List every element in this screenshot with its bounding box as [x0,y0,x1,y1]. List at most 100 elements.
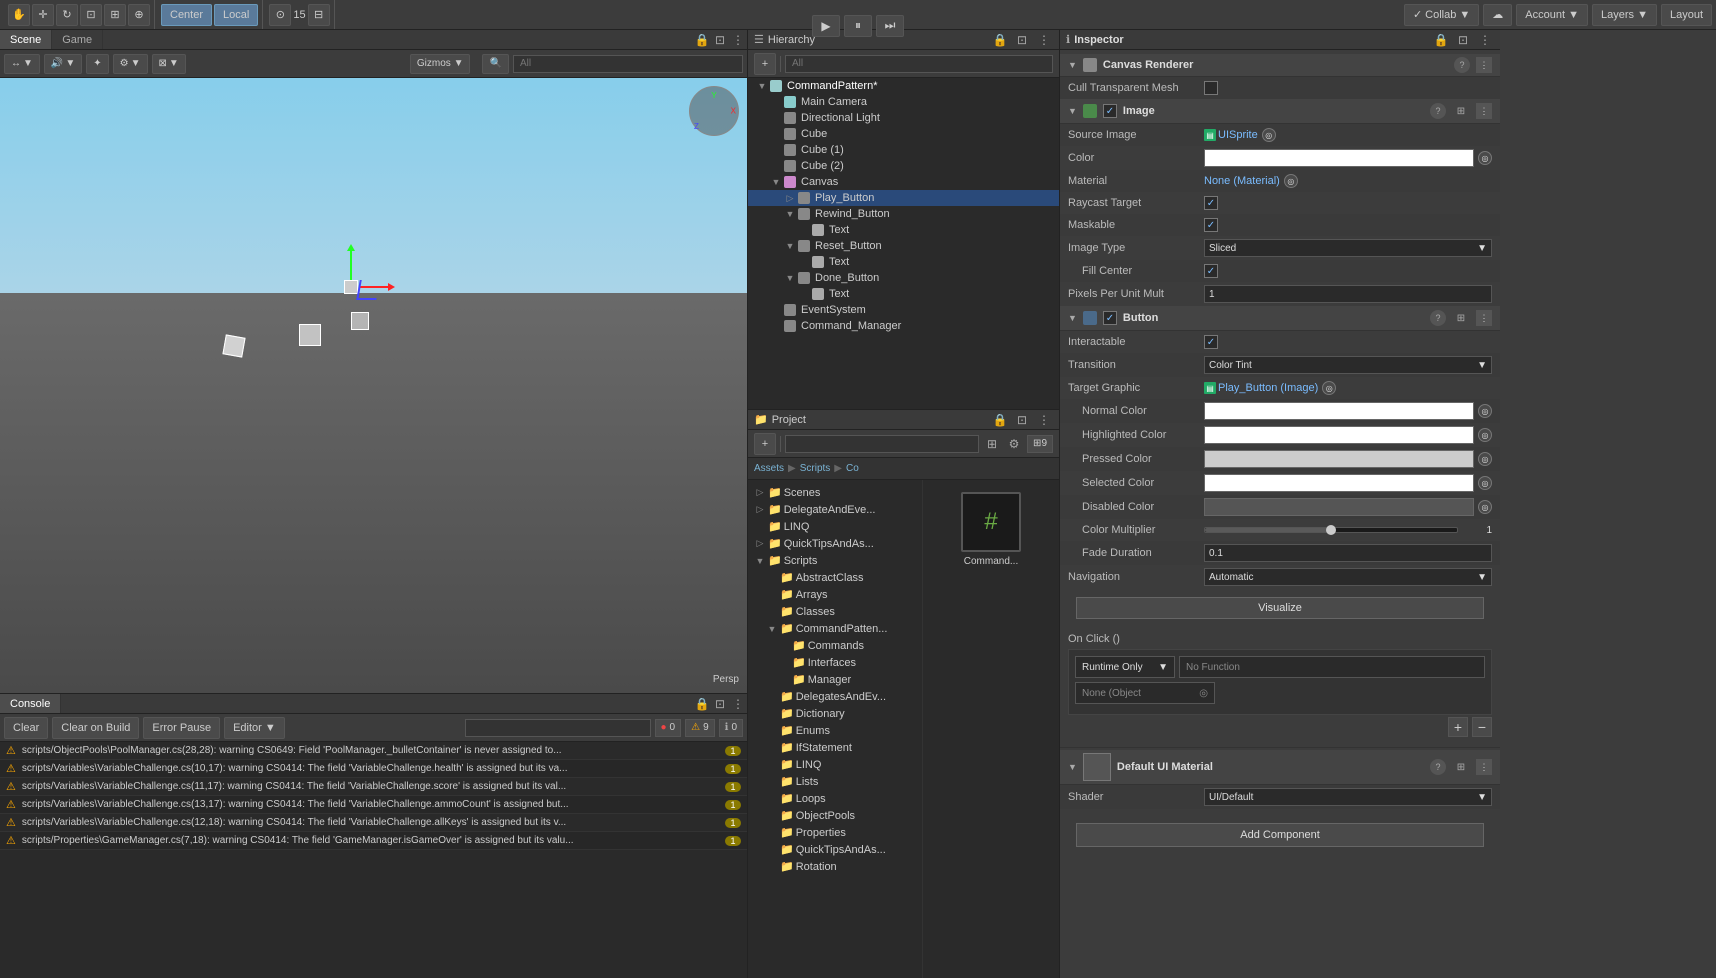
project-folder-dictionary[interactable]: 📁 Dictionary [748,705,922,722]
layers-btn[interactable]: Layers ▼ [1592,4,1657,26]
normal-color-picker[interactable]: ◎ [1478,404,1492,418]
image-color-picker[interactable]: ◎ [1478,151,1492,165]
onclick-remove-btn[interactable]: − [1472,717,1492,737]
project-folder-interfaces[interactable]: 📁 Interfaces [748,654,922,671]
ppu-input[interactable] [1204,285,1492,303]
image-color-swatch[interactable] [1204,149,1474,167]
error-pause-btn[interactable]: Error Pause [143,717,220,739]
hierarchy-lock-icon[interactable]: 🔒 [991,31,1009,49]
image-help[interactable]: ? [1430,103,1446,119]
hierarchy-item-cube-(2)[interactable]: Cube (2) [748,158,1059,174]
shader-dropdown[interactable]: UI/Default ▼ [1204,788,1492,806]
material-picker[interactable]: ◎ [1284,174,1298,188]
material-link[interactable]: None (Material) [1204,175,1280,187]
console-search-input[interactable] [465,719,651,737]
project-folder-scenes[interactable]: ▷ 📁 Scenes [748,484,922,501]
scene-tool-1[interactable]: ↔ ▼ [4,54,40,74]
image-pin-icon[interactable]: ⊞ [1452,102,1470,120]
canvas-renderer-header[interactable]: ▼ Canvas Renderer ? ⋮ [1060,54,1500,77]
local-btn[interactable]: Local [214,4,258,26]
play-btn[interactable]: ▶ [812,15,840,37]
project-folder-properties[interactable]: 📁 Properties [748,824,922,841]
clear-btn[interactable]: Clear [4,717,48,739]
canvas-renderer-menu[interactable]: ⋮ [1476,57,1492,73]
console-message[interactable]: ⚠ scripts/Variables\VariableChallenge.cs… [0,814,747,832]
cloud-btn[interactable]: ☁ [1483,4,1512,26]
hierarchy-item-directional-light[interactable]: Directional Light [748,110,1059,126]
project-folder-manager[interactable]: 📁 Manager [748,671,922,688]
project-folder-quicktipsandas---[interactable]: 📁 QuickTipsAndAs... [748,841,922,858]
snap-settings-btn[interactable]: ⊟ [308,4,330,26]
default-material-header[interactable]: ▼ Default UI Material ? ⊞ ⋮ [1060,750,1500,785]
hierarchy-item-command_manager[interactable]: Command_Manager [748,318,1059,334]
project-folder-commands[interactable]: 📁 Commands [748,637,922,654]
scene-menu-icon[interactable]: ⋮ [729,31,747,49]
center-btn[interactable]: Center [161,4,212,26]
account-btn[interactable]: Account ▼ [1516,4,1588,26]
project-folder-arrays[interactable]: 📁 Arrays [748,586,922,603]
pressed-color-picker[interactable]: ◎ [1478,452,1492,466]
project-folder-abstractclass[interactable]: 📁 AbstractClass [748,569,922,586]
scene-tool-4[interactable]: ⊠ ▼ [152,54,186,74]
project-folder-lists[interactable]: 📁 Lists [748,773,922,790]
raycast-checkbox[interactable] [1204,196,1218,210]
button-section-header[interactable]: ▼ Button ? ⊞ ⋮ [1060,306,1500,331]
game-tab[interactable]: Game [52,30,103,49]
snap-toggle-btn[interactable]: ⊙ [269,4,291,26]
project-folder-rotation[interactable]: 📁 Rotation [748,858,922,875]
disabled-color-picker[interactable]: ◎ [1478,500,1492,514]
highlighted-color-swatch[interactable] [1204,426,1474,444]
maskable-checkbox[interactable] [1204,218,1218,232]
hierarchy-add-btn[interactable]: + [754,53,776,75]
target-graphic-picker[interactable]: ◎ [1322,381,1336,395]
image-enabled-checkbox[interactable] [1103,104,1117,118]
visualize-btn[interactable]: Visualize [1076,597,1484,619]
hierarchy-item-eventsystem[interactable]: EventSystem [748,302,1059,318]
image-type-dropdown[interactable]: Sliced ▼ [1204,239,1492,257]
project-settings-btn[interactable]: ⚙ [1005,435,1023,453]
console-message[interactable]: ⚠ scripts/ObjectPools\PoolManager.cs(28,… [0,742,747,760]
project-folder-linq[interactable]: 📁 LINQ [748,518,922,535]
project-folder-classes[interactable]: 📁 Classes [748,603,922,620]
project-add-btn[interactable]: + [754,433,776,455]
none-object-field[interactable]: None (Object ◎ [1075,682,1215,704]
cull-mesh-checkbox[interactable] [1204,81,1218,95]
onclick-add-btn[interactable]: + [1448,717,1468,737]
collab-btn[interactable]: ✓ Collab ▼ [1404,4,1479,26]
console-message[interactable]: ⚠ scripts/Variables\VariableChallenge.cs… [0,796,747,814]
project-folder-commandpatten---[interactable]: ▼ 📁 CommandPatten... [748,620,922,637]
interactable-checkbox[interactable] [1204,335,1218,349]
project-folder-quicktipsandas---[interactable]: ▷ 📁 QuickTipsAndAs... [748,535,922,552]
runtime-dropdown[interactable]: Runtime Only ▼ [1075,656,1175,678]
source-image-picker[interactable]: ◎ [1262,128,1276,142]
project-folder-enums[interactable]: 📁 Enums [748,722,922,739]
default-mat-pin-icon[interactable]: ⊞ [1452,758,1470,776]
console-lock-icon[interactable]: 🔒 [693,695,711,713]
rect-tool-btn[interactable]: ⊞ [104,4,126,26]
hierarchy-item-done_button[interactable]: ▼ Done_Button [748,270,1059,286]
console-message[interactable]: ⚠ scripts/Properties\GameManager.cs(7,18… [0,832,747,850]
inspector-maximize-icon[interactable]: ⊡ [1454,31,1472,49]
scene-lock-icon[interactable]: 🔒 [693,31,711,49]
hierarchy-search-input[interactable] [785,55,1053,73]
scene-tab[interactable]: Scene [0,30,52,49]
fx-btn[interactable]: ✦ [86,54,108,74]
pause-btn[interactable]: ⏸ [844,15,872,37]
image-menu[interactable]: ⋮ [1476,103,1492,119]
project-menu-icon[interactable]: ⋮ [1035,411,1053,429]
project-view-btn[interactable]: ⊞ [983,435,1001,453]
project-folder-delegateandeve---[interactable]: ▷ 📁 DelegateAndEve... [748,501,922,518]
step-btn[interactable]: ⏭ [876,15,904,37]
gizmos-dropdown[interactable]: Gizmos ▼ [410,54,471,74]
project-lock-icon[interactable]: 🔒 [991,411,1009,429]
fill-center-checkbox[interactable] [1204,264,1218,278]
hierarchy-menu-icon[interactable]: ⋮ [1035,31,1053,49]
clear-on-build-btn[interactable]: Clear on Build [52,717,139,739]
scene-search-input[interactable] [513,55,743,73]
asset-item-command[interactable]: # Command... [931,488,1051,571]
selected-color-picker[interactable]: ◎ [1478,476,1492,490]
navigation-dropdown[interactable]: Automatic ▼ [1204,568,1492,586]
inspector-lock-icon[interactable]: 🔒 [1432,31,1450,49]
project-folder-ifstatement[interactable]: 📁 IfStatement [748,739,922,756]
hand-tool-btn[interactable]: ✋ [8,4,30,26]
